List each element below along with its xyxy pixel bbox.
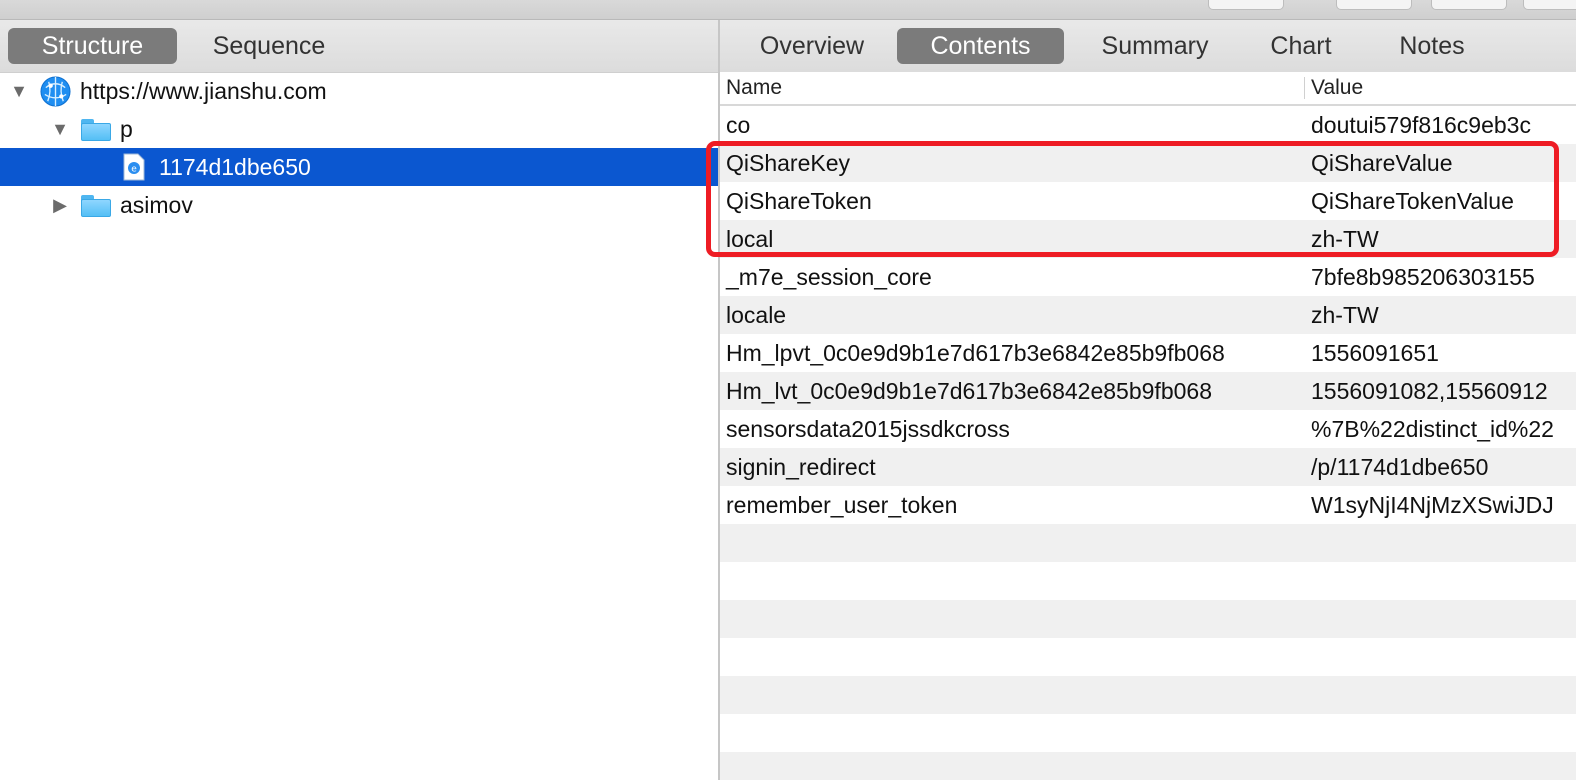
svg-text:e: e	[131, 165, 137, 175]
cell-value: /p/1174d1dbe650	[1311, 454, 1489, 480]
left-view-switcher: Structure Sequence	[0, 20, 718, 73]
cell-value: QiShareValue	[1311, 150, 1453, 176]
toolbar	[0, 0, 1576, 20]
cell-name: QiShareToken	[726, 188, 872, 214]
cell-name: co	[726, 112, 751, 138]
table-row[interactable]: Hm_lpvt_0c0e9d9b1e7d617b3e6842e85b9fb068…	[720, 334, 1576, 372]
cell-name: remember_user_token	[726, 492, 958, 518]
tree-item-label: asimov	[120, 192, 193, 218]
globe-icon	[40, 76, 71, 107]
tree-item-folder-p[interactable]: ▼ p	[0, 110, 718, 148]
folder-icon	[81, 195, 111, 217]
tree-item-document[interactable]: e 1174d1dbe650	[0, 148, 718, 186]
table-row[interactable]: signin_redirect/p/1174d1dbe650	[720, 448, 1576, 486]
empty-row	[720, 600, 1576, 638]
table-row[interactable]: locale zh-TW	[720, 296, 1576, 334]
cell-name: sensorsdata2015jssdkcross	[726, 416, 1010, 442]
column-separator[interactable]	[1304, 77, 1305, 99]
toolbar-button[interactable]	[1431, 0, 1507, 10]
cell-value: zh-TW	[1311, 226, 1379, 252]
cell-value: %7B%22distinct_id%22	[1311, 416, 1554, 442]
structure-panel: Structure Sequence ▼ https://www.jianshu…	[0, 20, 718, 780]
tree-item-host[interactable]: ▼ https://www.jianshu.com	[0, 72, 718, 110]
tab-contents[interactable]: Contents	[897, 28, 1064, 64]
disclosure-collapsed-icon[interactable]: ▶	[49, 186, 71, 224]
cell-name: Hm_lvt_0c0e9d9b1e7d617b3e6842e85b9fb068	[726, 378, 1212, 404]
web-document-icon: e	[123, 153, 145, 181]
cell-value: zh-TW	[1311, 302, 1379, 328]
toolbar-button[interactable]	[1208, 0, 1284, 10]
cell-value: W1syNjI4NjMzXSwiJDJ	[1311, 492, 1554, 518]
empty-row	[720, 714, 1576, 752]
column-header-name[interactable]: Name	[726, 72, 782, 104]
empty-row	[720, 524, 1576, 562]
cell-name: _m7e_session_core	[726, 264, 932, 290]
tab-notes[interactable]: Notes	[1372, 28, 1492, 64]
empty-row	[720, 562, 1576, 600]
toolbar-button[interactable]	[1523, 0, 1576, 10]
tab-summary[interactable]: Summary	[1082, 28, 1228, 64]
table-row[interactable]: remember_user_token W1syNjI4NjMzXSwiJDJ	[720, 486, 1576, 524]
tree-item-label: 1174d1dbe650	[159, 154, 311, 180]
tree-item-label: p	[120, 116, 133, 142]
table-row[interactable]: co doutui579f816c9eb3c	[720, 106, 1576, 144]
cell-name: signin_redirect	[726, 454, 876, 480]
cell-value: doutui579f816c9eb3c	[1311, 112, 1531, 138]
tab-sequence[interactable]: Sequence	[184, 28, 354, 64]
cell-name: QiShareKey	[726, 150, 851, 176]
cell-name: locale	[726, 302, 787, 328]
table-row[interactable]: Hm_lvt_0c0e9d9b1e7d617b3e6842e85b9fb068 1…	[720, 372, 1576, 410]
disclosure-expanded-icon[interactable]: ▼	[8, 72, 30, 110]
disclosure-expanded-icon[interactable]: ▼	[49, 110, 71, 148]
cell-value: 7bfe8b985206303155	[1311, 264, 1535, 290]
cell-value: QiShareTokenValue	[1311, 188, 1514, 214]
tab-chart[interactable]: Chart	[1248, 28, 1354, 64]
right-view-switcher: Overview Contents Summary Chart Notes	[720, 20, 1576, 73]
empty-row	[720, 752, 1576, 780]
empty-row	[720, 676, 1576, 714]
cell-name: Hm_lpvt_0c0e9d9b1e7d617b3e6842e85b9fb068	[726, 340, 1225, 366]
tree-item-folder-asimov[interactable]: ▶ asimov	[0, 186, 718, 224]
table-header: Name Value	[720, 72, 1576, 106]
tree-item-label: https://www.jianshu.com	[80, 78, 327, 104]
table-row[interactable]: sensorsdata2015jssdkcross %7B%22distinct_…	[720, 410, 1576, 448]
table-row[interactable]: _m7e_session_core 7bfe8b985206303155	[720, 258, 1576, 296]
cell-name: local	[726, 226, 774, 252]
table-row[interactable]: QiShareKey QiShareValue	[720, 144, 1576, 182]
cell-value: 1556091651	[1311, 340, 1439, 366]
tab-overview[interactable]: Overview	[740, 28, 884, 64]
table-row[interactable]: QiShareToken QiShareTokenValue	[720, 182, 1576, 220]
folder-icon	[81, 119, 111, 141]
tab-structure[interactable]: Structure	[8, 28, 177, 64]
column-header-value[interactable]: Value	[1311, 72, 1363, 104]
empty-row	[720, 638, 1576, 676]
table-row[interactable]: local zh-TW	[720, 220, 1576, 258]
cell-value: 1556091082,15560912	[1311, 378, 1548, 404]
toolbar-button[interactable]	[1336, 0, 1412, 10]
contents-panel: Overview Contents Summary Chart Notes Na…	[720, 20, 1576, 780]
